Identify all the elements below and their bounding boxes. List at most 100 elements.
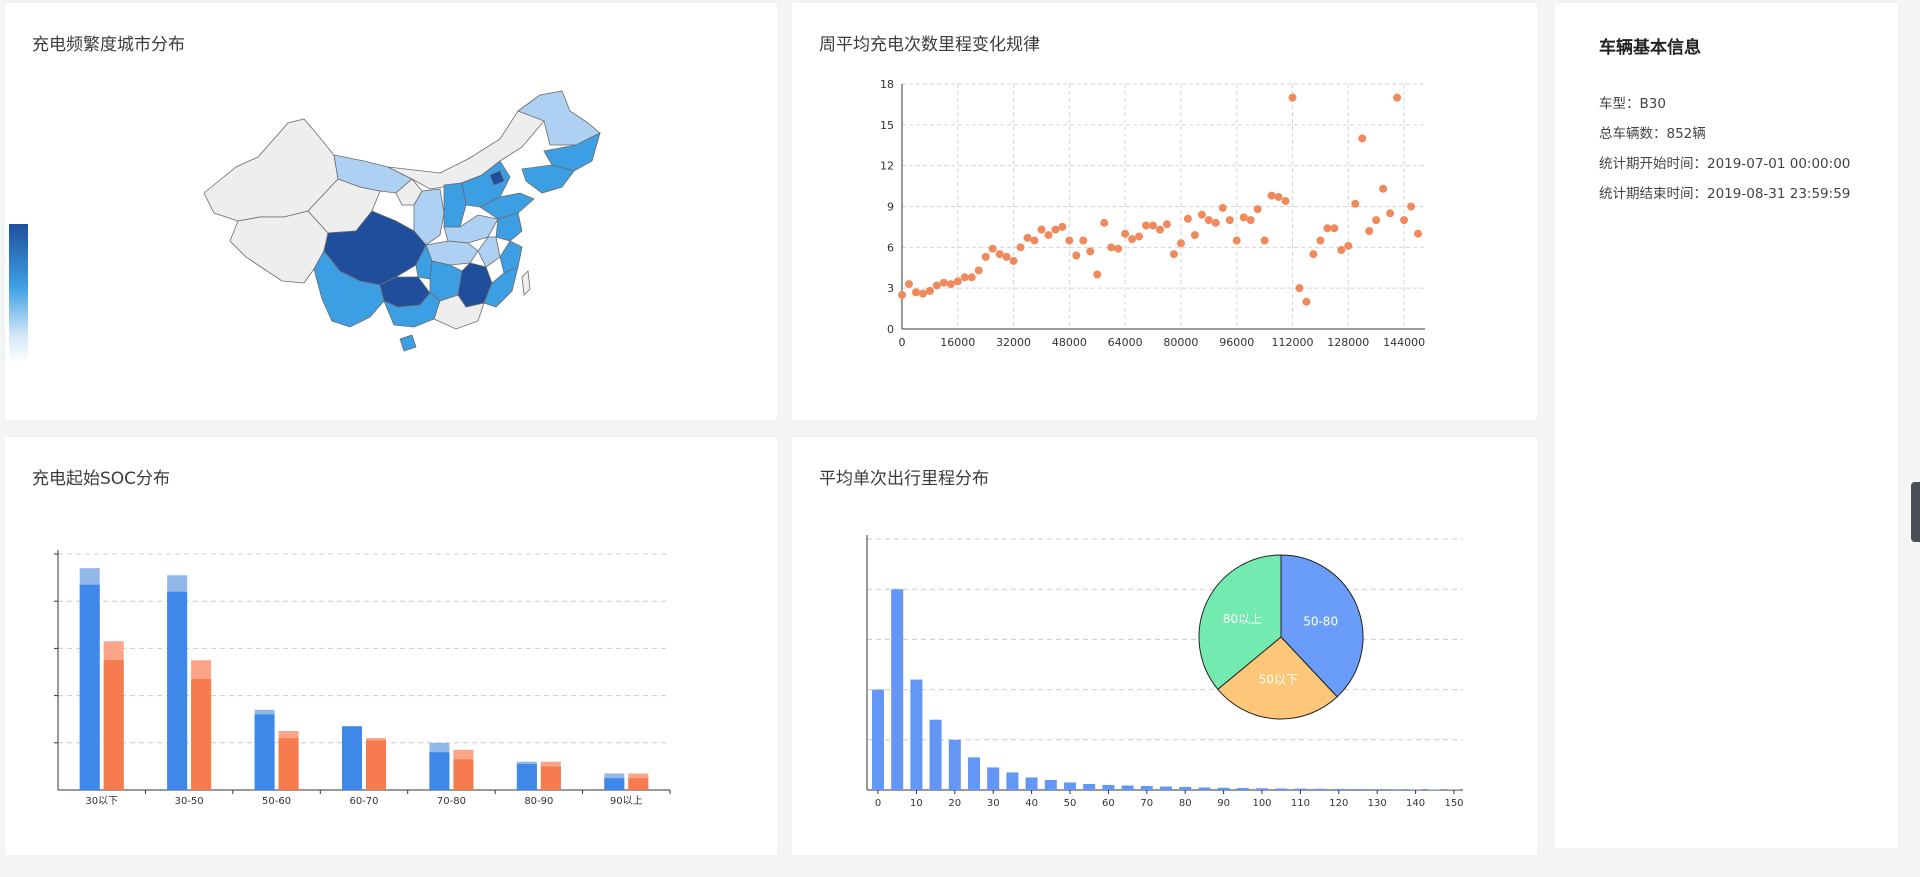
trip-bar bbox=[1236, 787, 1249, 790]
trip-xtick-label: 0 bbox=[875, 798, 881, 809]
trip-bar bbox=[1352, 788, 1364, 790]
trip-xtick-label: 50 bbox=[1064, 798, 1077, 809]
soc-bar bbox=[628, 778, 649, 790]
scatter-point bbox=[1281, 197, 1290, 206]
scatter-point bbox=[1211, 218, 1220, 227]
trip-bar bbox=[1313, 788, 1326, 790]
scatter-point bbox=[1197, 210, 1206, 219]
scatter-point bbox=[1407, 202, 1416, 211]
scatter-ytick-label: 0 bbox=[887, 323, 894, 336]
scatter-ytick-label: 3 bbox=[887, 282, 894, 295]
trip-bar bbox=[1294, 788, 1307, 790]
scatter-point bbox=[1323, 224, 1332, 233]
side-drawer-handle[interactable] bbox=[1911, 482, 1920, 542]
trip-bar bbox=[1428, 789, 1441, 790]
scatter-point bbox=[1225, 216, 1234, 225]
vehicle-info-title: 车辆基本信息 bbox=[1599, 38, 1701, 58]
china-map[interactable] bbox=[200, 81, 620, 391]
trip-bar bbox=[1217, 787, 1230, 790]
trip-xtick-label: 150 bbox=[1444, 798, 1463, 809]
scatter-point bbox=[1169, 250, 1178, 259]
trip-bar bbox=[1371, 789, 1384, 790]
trip-bar bbox=[1044, 779, 1057, 790]
soc-bar bbox=[453, 759, 474, 790]
scatter-ytick-label: 6 bbox=[887, 241, 894, 254]
scatter-point bbox=[995, 250, 1004, 259]
trip-xtick-label: 80 bbox=[1179, 798, 1192, 809]
scatter-point bbox=[1309, 250, 1318, 259]
map-visual-scale[interactable] bbox=[9, 224, 28, 363]
trip-xtick-label: 30 bbox=[987, 798, 1000, 809]
soc-bar-chart[interactable]: 30以下 30-50 50-60 60-70 70-80 80-90 90以上 bbox=[5, 437, 777, 855]
trip-bar bbox=[1140, 785, 1153, 790]
scatter-point bbox=[1239, 213, 1248, 222]
scatter-chart[interactable]: 0 3 6 9 12 15 18 0 16000 32000 48000 64000 80000 9600… bbox=[792, 3, 1537, 420]
trip-bar bbox=[1121, 785, 1134, 790]
scatter-point bbox=[1344, 241, 1353, 250]
trip-xtick-label: 20 bbox=[948, 798, 961, 809]
soc-bar bbox=[167, 591, 188, 790]
soc-xtick-label: 60-70 bbox=[349, 796, 378, 807]
scatter-point bbox=[1302, 297, 1311, 306]
soc-bar bbox=[366, 740, 386, 790]
soc-xtick-label: 30以下 bbox=[85, 796, 118, 807]
scatter-point bbox=[911, 288, 920, 297]
scatter-point bbox=[939, 278, 948, 287]
trip-bar bbox=[1064, 782, 1076, 790]
scatter-point bbox=[1058, 222, 1067, 231]
info-end-time: 统计期结束时间：2019-08-31 23:59:59 bbox=[1599, 186, 1851, 202]
trip-bar bbox=[1256, 788, 1268, 790]
scatter-point bbox=[1128, 235, 1137, 244]
scatter-xtick-label: 144000 bbox=[1383, 336, 1425, 349]
scatter-point bbox=[1009, 256, 1018, 265]
soc-bar bbox=[254, 714, 275, 790]
soc-panel: 充电起始SOC分布 30以下 30-50 50-60 60-70 70-80 80-90 9… bbox=[5, 437, 777, 855]
trip-xtick-label: 70 bbox=[1140, 798, 1153, 809]
trip-bar bbox=[1409, 789, 1422, 790]
trip-xtick-label: 60 bbox=[1102, 798, 1115, 809]
trip-bar bbox=[910, 679, 923, 790]
vehicle-info-list: 车型：B30 总车辆数：852辆 统计期开始时间：2019-07-01 00:0… bbox=[1599, 96, 1850, 216]
scatter-point bbox=[1267, 191, 1276, 200]
map-title: 充电频繁度城市分布 bbox=[32, 35, 185, 55]
trip-xtick-label: 40 bbox=[1025, 798, 1038, 809]
trip-bar bbox=[1390, 789, 1403, 790]
scatter-point bbox=[1386, 209, 1395, 218]
scatter-point bbox=[1400, 216, 1409, 225]
trip-histogram[interactable]: 0 10 20 30 40 50 60 70 80 90 100 110 120 130 140 150 50-… bbox=[792, 437, 1537, 855]
scatter-point bbox=[1218, 203, 1227, 212]
vehicle-info-panel: 车辆基本信息 车型：B30 总车辆数：852辆 统计期开始时间：2019-07-… bbox=[1555, 3, 1898, 848]
scatter-point bbox=[1002, 252, 1011, 261]
scatter-xtick-label: 112000 bbox=[1272, 336, 1314, 349]
info-start-time: 统计期开始时间：2019-07-01 00:00:00 bbox=[1599, 156, 1851, 172]
trip-pie-label: 50-80 bbox=[1303, 614, 1338, 628]
scatter-point bbox=[918, 289, 927, 298]
region-xizang bbox=[229, 210, 329, 284]
scatter-point bbox=[904, 280, 913, 289]
soc-bar bbox=[429, 752, 450, 790]
scatter-point bbox=[1156, 225, 1165, 234]
trip-bar bbox=[1198, 787, 1211, 790]
scatter-point bbox=[1351, 199, 1360, 208]
trip-bar bbox=[968, 757, 980, 790]
scatter-point bbox=[1016, 243, 1025, 252]
scatter-xtick-label: 0 bbox=[899, 336, 906, 349]
scatter-point bbox=[1037, 225, 1046, 234]
soc-bar bbox=[79, 584, 100, 790]
soc-bar bbox=[103, 660, 124, 790]
trip-xtick-label: 120 bbox=[1329, 798, 1348, 809]
scatter-xtick-label: 96000 bbox=[1219, 336, 1254, 349]
map-panel: 充电频繁度城市分布 bbox=[5, 3, 777, 420]
trip-xtick-label: 110 bbox=[1291, 798, 1310, 809]
scatter-point bbox=[960, 273, 969, 282]
scatter-point bbox=[1079, 236, 1088, 245]
trip-xtick-label: 100 bbox=[1252, 798, 1271, 809]
trip-bar bbox=[872, 689, 884, 790]
scatter-point bbox=[1393, 93, 1402, 102]
scatter-point bbox=[1162, 220, 1171, 229]
scatter-point bbox=[1337, 246, 1346, 255]
scatter-point bbox=[1414, 229, 1423, 238]
scatter-point bbox=[1149, 221, 1158, 230]
scatter-ytick-label: 18 bbox=[880, 78, 894, 91]
soc-xtick-label: 70-80 bbox=[437, 796, 466, 807]
